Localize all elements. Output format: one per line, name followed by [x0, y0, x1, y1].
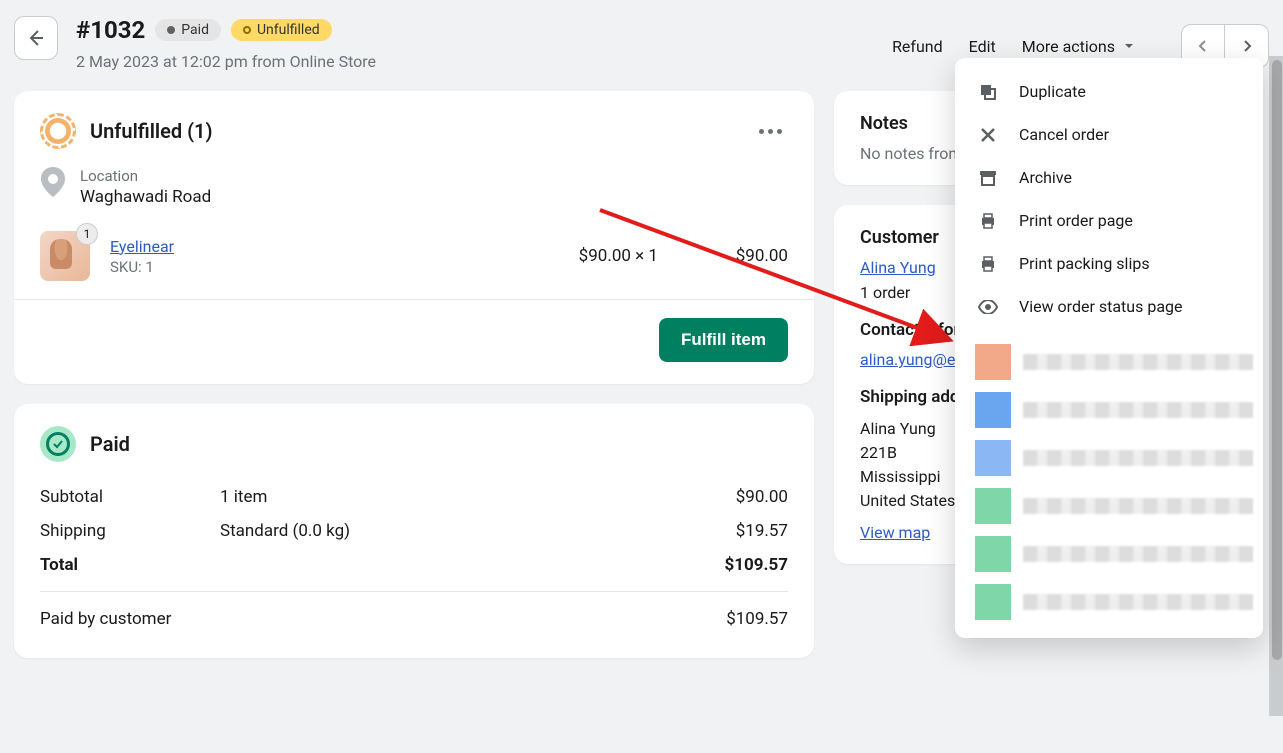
location-value: Waghawadi Road [80, 187, 211, 207]
product-link[interactable]: Eyelinear [110, 237, 498, 256]
close-icon [977, 127, 999, 143]
order-timestamp: 2 May 2023 at 12:02 pm from Online Store [76, 52, 892, 71]
shipping-label: Shipping [40, 521, 220, 541]
eye-icon [977, 300, 999, 314]
printer-icon [977, 212, 999, 230]
paid-by-value: $109.57 [668, 609, 788, 629]
shipping-desc: Standard (0.0 kg) [220, 521, 668, 541]
customer-link[interactable]: Alina Yung [860, 258, 936, 277]
line-item: 1 Eyelinear SKU: 1 $90.00 × 1 $90.00 [40, 231, 788, 299]
payment-card: Paid Subtotal 1 item $90.00 Shipping Sta… [14, 404, 814, 658]
refund-button[interactable]: Refund [892, 37, 943, 56]
fulfillment-menu-button[interactable] [753, 123, 788, 140]
product-thumbnail[interactable]: 1 [40, 231, 90, 281]
back-button[interactable] [14, 16, 58, 60]
edit-button[interactable]: Edit [969, 37, 996, 56]
subtotal-value: $90.00 [668, 487, 788, 507]
menu-duplicate[interactable]: Duplicate [955, 70, 1263, 113]
subtotal-desc: 1 item [220, 487, 668, 507]
total-value: $109.57 [668, 555, 788, 575]
shipping-value: $19.57 [668, 521, 788, 541]
location-label: Location [80, 167, 211, 185]
menu-print-slips[interactable]: Print packing slips [955, 242, 1263, 285]
qty-badge: 1 [76, 223, 98, 245]
order-title: #1032 [76, 16, 145, 44]
archive-icon [977, 169, 999, 187]
menu-print-order[interactable]: Print order page [955, 199, 1263, 242]
duplicate-icon [977, 83, 999, 101]
caret-down-icon [1123, 40, 1135, 52]
product-sku: SKU: 1 [110, 258, 498, 276]
paid-by-label: Paid by customer [40, 609, 668, 629]
line-total: $90.00 [678, 246, 788, 266]
total-label: Total [40, 555, 220, 575]
fulfillment-title: Unfulfilled (1) [90, 119, 213, 143]
more-actions-dropdown: Duplicate Cancel order Archive Print ord… [955, 58, 1263, 638]
printer-icon [977, 255, 999, 273]
more-actions-button[interactable]: More actions [1022, 37, 1135, 56]
location-pin-icon [40, 167, 66, 201]
fulfillment-card: Unfulfilled (1) Location Waghawadi Road [14, 91, 814, 384]
redacted-list [955, 328, 1263, 626]
paid-badge: Paid [155, 19, 221, 41]
scrollbar[interactable] [1269, 56, 1283, 716]
menu-cancel-order[interactable]: Cancel order [955, 113, 1263, 156]
unfulfilled-badge: Unfulfilled [231, 19, 332, 41]
payment-title: Paid [90, 432, 130, 456]
ring-icon [243, 26, 251, 34]
fulfill-item-button[interactable]: Fulfill item [659, 318, 788, 362]
unfulfilled-icon [40, 113, 76, 149]
paid-icon [40, 426, 76, 462]
menu-archive[interactable]: Archive [955, 156, 1263, 199]
dot-icon [167, 26, 175, 34]
view-map-link[interactable]: View map [860, 523, 930, 542]
menu-view-status[interactable]: View order status page [955, 285, 1263, 328]
subtotal-label: Subtotal [40, 487, 220, 507]
unit-price-qty: $90.00 × 1 [518, 246, 658, 266]
